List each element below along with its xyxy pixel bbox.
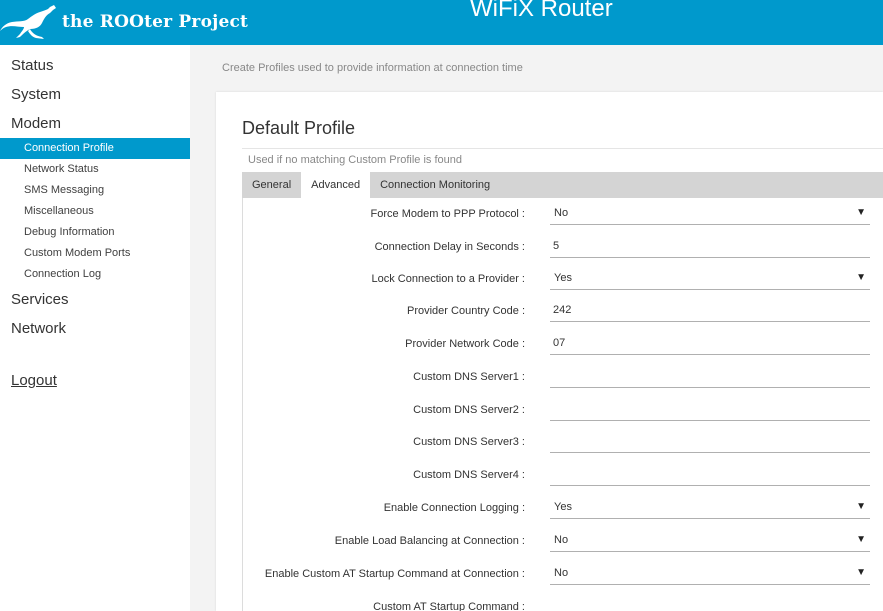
- field-connection-logging: Enable Connection Logging : Yes ▼: [243, 492, 883, 525]
- dns-server2-input[interactable]: [550, 394, 870, 421]
- input-value: 242: [553, 304, 572, 316]
- input-value: 07: [553, 337, 566, 349]
- field-label: Custom DNS Server3 :: [413, 436, 525, 448]
- field-label: Provider Country Code :: [407, 305, 525, 317]
- country-code-input[interactable]: 242: [550, 295, 870, 322]
- select-value: Yes: [554, 501, 572, 513]
- force-ppp-select[interactable]: No ▼: [550, 198, 870, 225]
- field-custom-at-command: Custom AT Startup Command :: [243, 591, 883, 611]
- sidebar-subitem-miscellaneous[interactable]: Miscellaneous: [0, 201, 190, 222]
- tab-connection-monitoring[interactable]: Connection Monitoring: [370, 172, 500, 198]
- section-subtitle: Used if no matching Custom Profile is fo…: [248, 154, 462, 166]
- network-code-input[interactable]: 07: [550, 328, 870, 355]
- field-connection-delay: Connection Delay in Seconds : 5: [243, 231, 883, 264]
- field-label: Enable Connection Logging :: [383, 502, 525, 514]
- field-lock-provider: Lock Connection to a Provider : Yes ▼: [243, 263, 883, 296]
- select-value: No: [554, 534, 569, 546]
- field-label: Custom DNS Server2 :: [413, 404, 525, 416]
- connection-logging-select[interactable]: Yes ▼: [550, 492, 870, 519]
- field-custom-at-enable: Enable Custom AT Startup Command at Conn…: [243, 558, 883, 591]
- field-label: Lock Connection to a Provider :: [371, 273, 525, 285]
- sidebar-subitem-sms-messaging[interactable]: SMS Messaging: [0, 180, 190, 201]
- field-force-ppp: Force Modem to PPP Protocol : No ▼: [243, 198, 883, 231]
- select-value: No: [554, 207, 569, 219]
- field-network-code: Provider Network Code : 07: [243, 328, 883, 361]
- field-load-balancing: Enable Load Balancing at Connection : No…: [243, 525, 883, 558]
- load-balancing-select[interactable]: No ▼: [550, 525, 870, 552]
- page-description: Create Profiles used to provide informat…: [222, 62, 523, 74]
- top-header: the ROOter Project WiFiX Router: [0, 0, 883, 45]
- sidebar-item-system[interactable]: System: [0, 80, 190, 109]
- field-label: Custom AT Startup Command :: [373, 601, 525, 611]
- advanced-tab-pane: Force Modem to PPP Protocol : No ▼ Conne…: [242, 198, 883, 611]
- select-value: Yes: [554, 272, 572, 284]
- sidebar-subitem-connection-log[interactable]: Connection Log: [0, 264, 190, 285]
- triangle-down-icon: ▼: [856, 534, 866, 545]
- logout-link[interactable]: Logout: [0, 369, 190, 393]
- router-title: WiFiX Router: [470, 0, 613, 22]
- field-label: Connection Delay in Seconds :: [374, 241, 525, 253]
- sidebar-item-status[interactable]: Status: [0, 51, 190, 80]
- brand-logo[interactable]: the ROOter Project: [0, 2, 248, 42]
- sidebar-subitem-network-status[interactable]: Network Status: [0, 159, 190, 180]
- lock-provider-select[interactable]: Yes ▼: [550, 263, 870, 290]
- sidebar-subitem-debug-information[interactable]: Debug Information: [0, 222, 190, 243]
- triangle-down-icon: ▼: [856, 272, 866, 283]
- field-label: Force Modem to PPP Protocol :: [370, 208, 525, 220]
- sidebar-item-modem[interactable]: Modem: [0, 109, 190, 138]
- dns-server1-input[interactable]: [550, 361, 870, 388]
- brand-name: the ROOter Project: [62, 12, 249, 32]
- field-label: Enable Custom AT Startup Command at Conn…: [264, 568, 525, 580]
- field-dns2: Custom DNS Server2 :: [243, 394, 883, 427]
- sidebar-nav: Status System Modem Connection Profile N…: [0, 45, 190, 611]
- field-label: Enable Load Balancing at Connection :: [334, 535, 525, 547]
- tab-general[interactable]: General: [242, 172, 301, 198]
- field-label: Provider Network Code :: [405, 338, 525, 350]
- connection-delay-input[interactable]: 5: [550, 231, 870, 258]
- triangle-down-icon: ▼: [856, 207, 866, 218]
- field-label: Custom DNS Server1 :: [413, 371, 525, 383]
- section-divider: [242, 148, 883, 149]
- dns-server3-input[interactable]: [550, 426, 870, 453]
- field-dns3: Custom DNS Server3 :: [243, 426, 883, 459]
- sidebar-item-network[interactable]: Network: [0, 314, 190, 343]
- select-value: No: [554, 567, 569, 579]
- dns-server4-input[interactable]: [550, 459, 870, 486]
- kangaroo-logo-icon: [0, 5, 56, 39]
- triangle-down-icon: ▼: [856, 501, 866, 512]
- triangle-down-icon: ▼: [856, 567, 866, 578]
- section-title: Default Profile: [242, 118, 356, 138]
- field-dns1: Custom DNS Server1 :: [243, 361, 883, 394]
- custom-at-command-input[interactable]: [550, 591, 870, 611]
- custom-at-enable-select[interactable]: No ▼: [550, 558, 870, 585]
- input-value: 5: [553, 240, 560, 252]
- sidebar-subitem-connection-profile[interactable]: Connection Profile: [0, 138, 190, 159]
- field-label: Custom DNS Server4 :: [413, 469, 525, 481]
- tab-advanced[interactable]: Advanced: [301, 172, 371, 198]
- sidebar-subitem-custom-modem-ports[interactable]: Custom Modem Ports: [0, 243, 190, 264]
- profile-tabs: General Advanced Connection Monitoring: [242, 172, 883, 198]
- field-country-code: Provider Country Code : 242: [243, 295, 883, 328]
- profile-card: Default Profile Used if no matching Cust…: [216, 92, 883, 611]
- field-dns4: Custom DNS Server4 :: [243, 459, 883, 492]
- sidebar-item-services[interactable]: Services: [0, 285, 190, 314]
